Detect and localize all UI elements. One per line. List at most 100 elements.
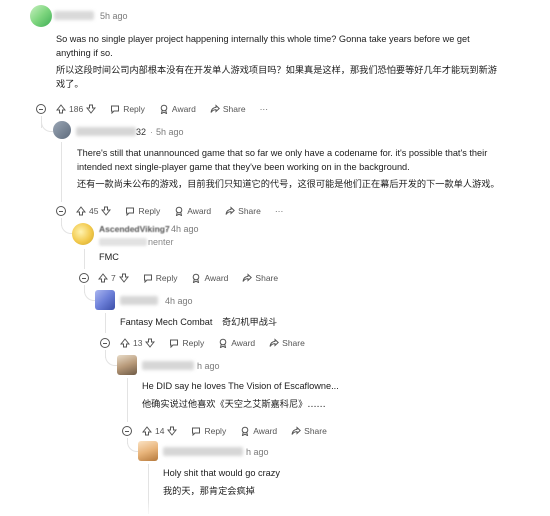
share-icon	[210, 104, 220, 114]
award-label: Award	[253, 426, 278, 436]
comment-time: 4h ago	[165, 296, 193, 306]
avatar[interactable]	[72, 223, 94, 245]
upvote-icon[interactable]	[56, 104, 66, 114]
reply-button[interactable]: Reply	[125, 206, 160, 216]
upvote-icon[interactable]	[76, 206, 86, 216]
collapse-thread-button[interactable]	[36, 104, 46, 114]
comment-time: 5h ago	[100, 11, 128, 21]
award-button[interactable]: Award	[159, 104, 196, 114]
avatar[interactable]	[95, 290, 115, 310]
vote-group: 45	[76, 206, 112, 216]
award-label: Award	[231, 338, 256, 348]
award-icon	[159, 104, 169, 114]
comment-actions: 45 Reply Award Share ···	[76, 204, 297, 218]
reply-label: Reply	[138, 206, 161, 216]
downvote-icon[interactable]	[86, 104, 97, 114]
username-redacted[interactable]	[142, 361, 194, 370]
reply-button[interactable]: Reply	[110, 104, 145, 114]
comment-actions: 14 Reply Award Share	[142, 424, 341, 438]
comment-body: FMC	[99, 250, 119, 264]
share-button[interactable]: Share	[210, 104, 246, 114]
collapse-thread-button[interactable]	[79, 273, 89, 283]
share-button[interactable]: Share	[269, 338, 305, 348]
separator-dot: ·	[165, 224, 168, 234]
comment-body: Fantasy Mech Combat 奇幻机甲战斗	[120, 315, 277, 330]
comment-translation: 还有一款尚未公布的游戏，目前我们只知道它的代号，这很可能是他们正在幕后开发的下一…	[77, 178, 500, 192]
award-button[interactable]: Award	[191, 273, 228, 283]
reply-button[interactable]: Reply	[143, 273, 177, 283]
award-button[interactable]: Award	[240, 426, 277, 436]
share-label: Share	[255, 273, 279, 283]
comment-translation: 我的天，那肯定会疯掉	[163, 485, 255, 499]
comment-line: Fantasy Mech Combat	[120, 317, 213, 327]
comment-username[interactable]: 32	[136, 127, 146, 137]
reply-label: Reply	[182, 338, 205, 348]
avatar[interactable]	[138, 441, 158, 461]
award-label: Award	[204, 273, 229, 283]
thread-line	[84, 249, 85, 269]
avatar[interactable]	[117, 355, 137, 375]
share-button[interactable]: Share	[242, 273, 278, 283]
upvote-icon[interactable]	[142, 426, 152, 436]
reply-icon	[191, 426, 201, 436]
user-flair: nenter	[148, 237, 174, 247]
comment-actions: 13 Reply Award Share	[120, 336, 319, 350]
collapse-thread-button[interactable]	[56, 206, 66, 216]
vote-group: 14	[142, 426, 178, 436]
username-redacted[interactable]	[163, 447, 243, 456]
vote-count: 13	[133, 338, 143, 348]
share-button[interactable]: Share	[291, 426, 327, 436]
comment-line: So was no single player project happenin…	[56, 34, 470, 44]
thread-line	[61, 142, 62, 202]
thread-connector	[41, 118, 53, 132]
award-label: Award	[187, 206, 212, 216]
comment-actions: 186 Reply Award Share ···	[56, 102, 282, 116]
comment-time: h ago	[197, 361, 220, 371]
vote-group: 186	[56, 104, 97, 114]
downvote-icon[interactable]	[145, 338, 156, 348]
upvote-icon[interactable]	[120, 338, 130, 348]
more-options-button[interactable]: ···	[275, 206, 284, 216]
share-label: Share	[304, 426, 327, 436]
vote-count: 45	[89, 206, 99, 216]
username-redacted[interactable]	[76, 127, 136, 136]
comment-line: He DID say he loves The Vision of Escafl…	[142, 381, 339, 391]
thread-connector	[105, 352, 117, 366]
comment-username[interactable]: AscendedViking7	[99, 224, 170, 234]
translation-inline: 奇幻机甲战斗	[222, 317, 278, 328]
downvote-icon[interactable]	[167, 426, 178, 436]
reply-icon	[125, 206, 135, 216]
thread-connector	[84, 287, 95, 301]
collapse-thread-button[interactable]	[100, 338, 110, 348]
reply-label: Reply	[204, 426, 227, 436]
reply-icon	[110, 104, 120, 114]
avatar[interactable]	[30, 5, 52, 27]
award-icon	[191, 273, 201, 283]
vote-count: 7	[111, 273, 116, 283]
downvote-icon[interactable]	[101, 206, 112, 216]
translation-line: 所以这段时间公司内部根本没有在开发单人游戏项目吗？如果真是这样，那我们恐怕要等好…	[56, 65, 497, 76]
reply-button[interactable]: Reply	[169, 338, 204, 348]
share-button[interactable]: Share	[225, 206, 261, 216]
collapse-thread-button[interactable]	[122, 426, 132, 436]
share-label: Share	[282, 338, 305, 348]
award-button[interactable]: Award	[174, 206, 211, 216]
comment-body: So was no single player project happenin…	[56, 32, 470, 60]
translation-line: 我的天，那肯定会疯掉	[163, 486, 255, 497]
comment-line: intended next single-player game that th…	[77, 162, 410, 172]
avatar[interactable]	[53, 121, 71, 139]
downvote-icon[interactable]	[118, 273, 129, 283]
username-redacted[interactable]	[120, 296, 158, 305]
more-options-button[interactable]: ···	[260, 104, 269, 114]
vote-group: 13	[120, 338, 156, 348]
translation-line: 还有一款尚未公布的游戏，目前我们只知道它的代号，这很可能是他们正在幕后开发的下一…	[77, 179, 500, 190]
comment-body: There's still that unannounced game that…	[77, 146, 487, 174]
upvote-icon[interactable]	[98, 273, 108, 283]
comment-line: Holy shit that would go crazy	[163, 468, 280, 478]
flair-redacted	[99, 238, 147, 246]
username-redacted[interactable]	[54, 11, 94, 20]
reply-button[interactable]: Reply	[191, 426, 226, 436]
comment-body: He DID say he loves The Vision of Escafl…	[142, 379, 339, 393]
award-label: Award	[171, 104, 196, 114]
award-button[interactable]: Award	[218, 338, 255, 348]
